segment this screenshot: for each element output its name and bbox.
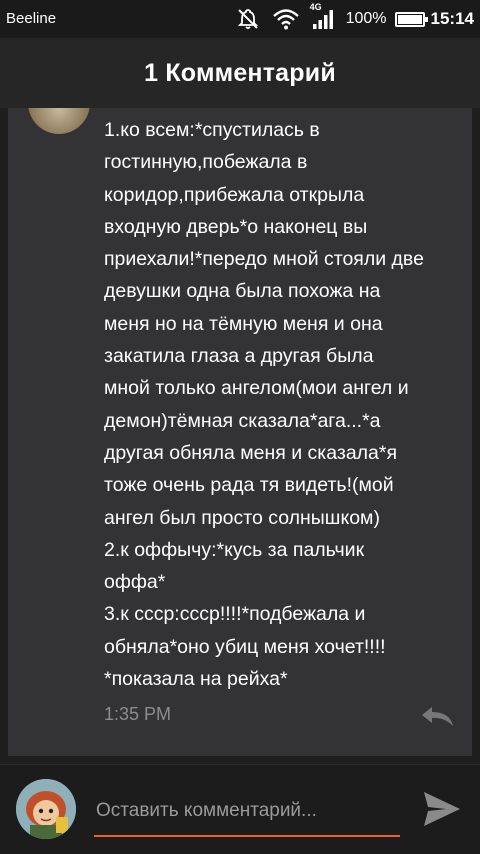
carrier-name: Beeline — [6, 10, 57, 27]
send-icon — [424, 792, 460, 826]
signal-icon: 4G — [310, 2, 334, 30]
mute-icon — [236, 8, 260, 30]
status-bar: Beeline 4G 100% 15:14 — [0, 0, 480, 38]
user-avatar[interactable] — [16, 779, 76, 839]
status-icons: 4G 100% 15:14 — [236, 2, 474, 32]
battery-percent: 100% — [345, 10, 387, 27]
send-button[interactable] — [418, 787, 466, 831]
page-title: 1 Комментарий — [144, 58, 336, 87]
comment-card: 1.ко всем:*спустилась в гостинную,побежа… — [8, 108, 472, 756]
battery-icon — [394, 11, 428, 27]
comment-input-wrapper — [94, 789, 400, 839]
comment-text: 1.ко всем:*спустилась в гостинную,побежа… — [104, 119, 424, 691]
comment-composer — [0, 764, 480, 854]
app-header: 1 Комментарий — [0, 38, 480, 108]
wifi-icon — [272, 8, 300, 30]
comment-input[interactable] — [94, 789, 400, 837]
comment-list[interactable]: 1.ко всем:*спустилась в гостинную,побежа… — [0, 108, 480, 764]
comment-author-avatar[interactable] — [28, 108, 90, 134]
clock: 15:14 — [430, 9, 474, 28]
reply-icon[interactable] — [420, 704, 456, 728]
network-type: 4G — [309, 2, 322, 12]
comment-timestamp: 1:35 PM — [104, 704, 172, 724]
